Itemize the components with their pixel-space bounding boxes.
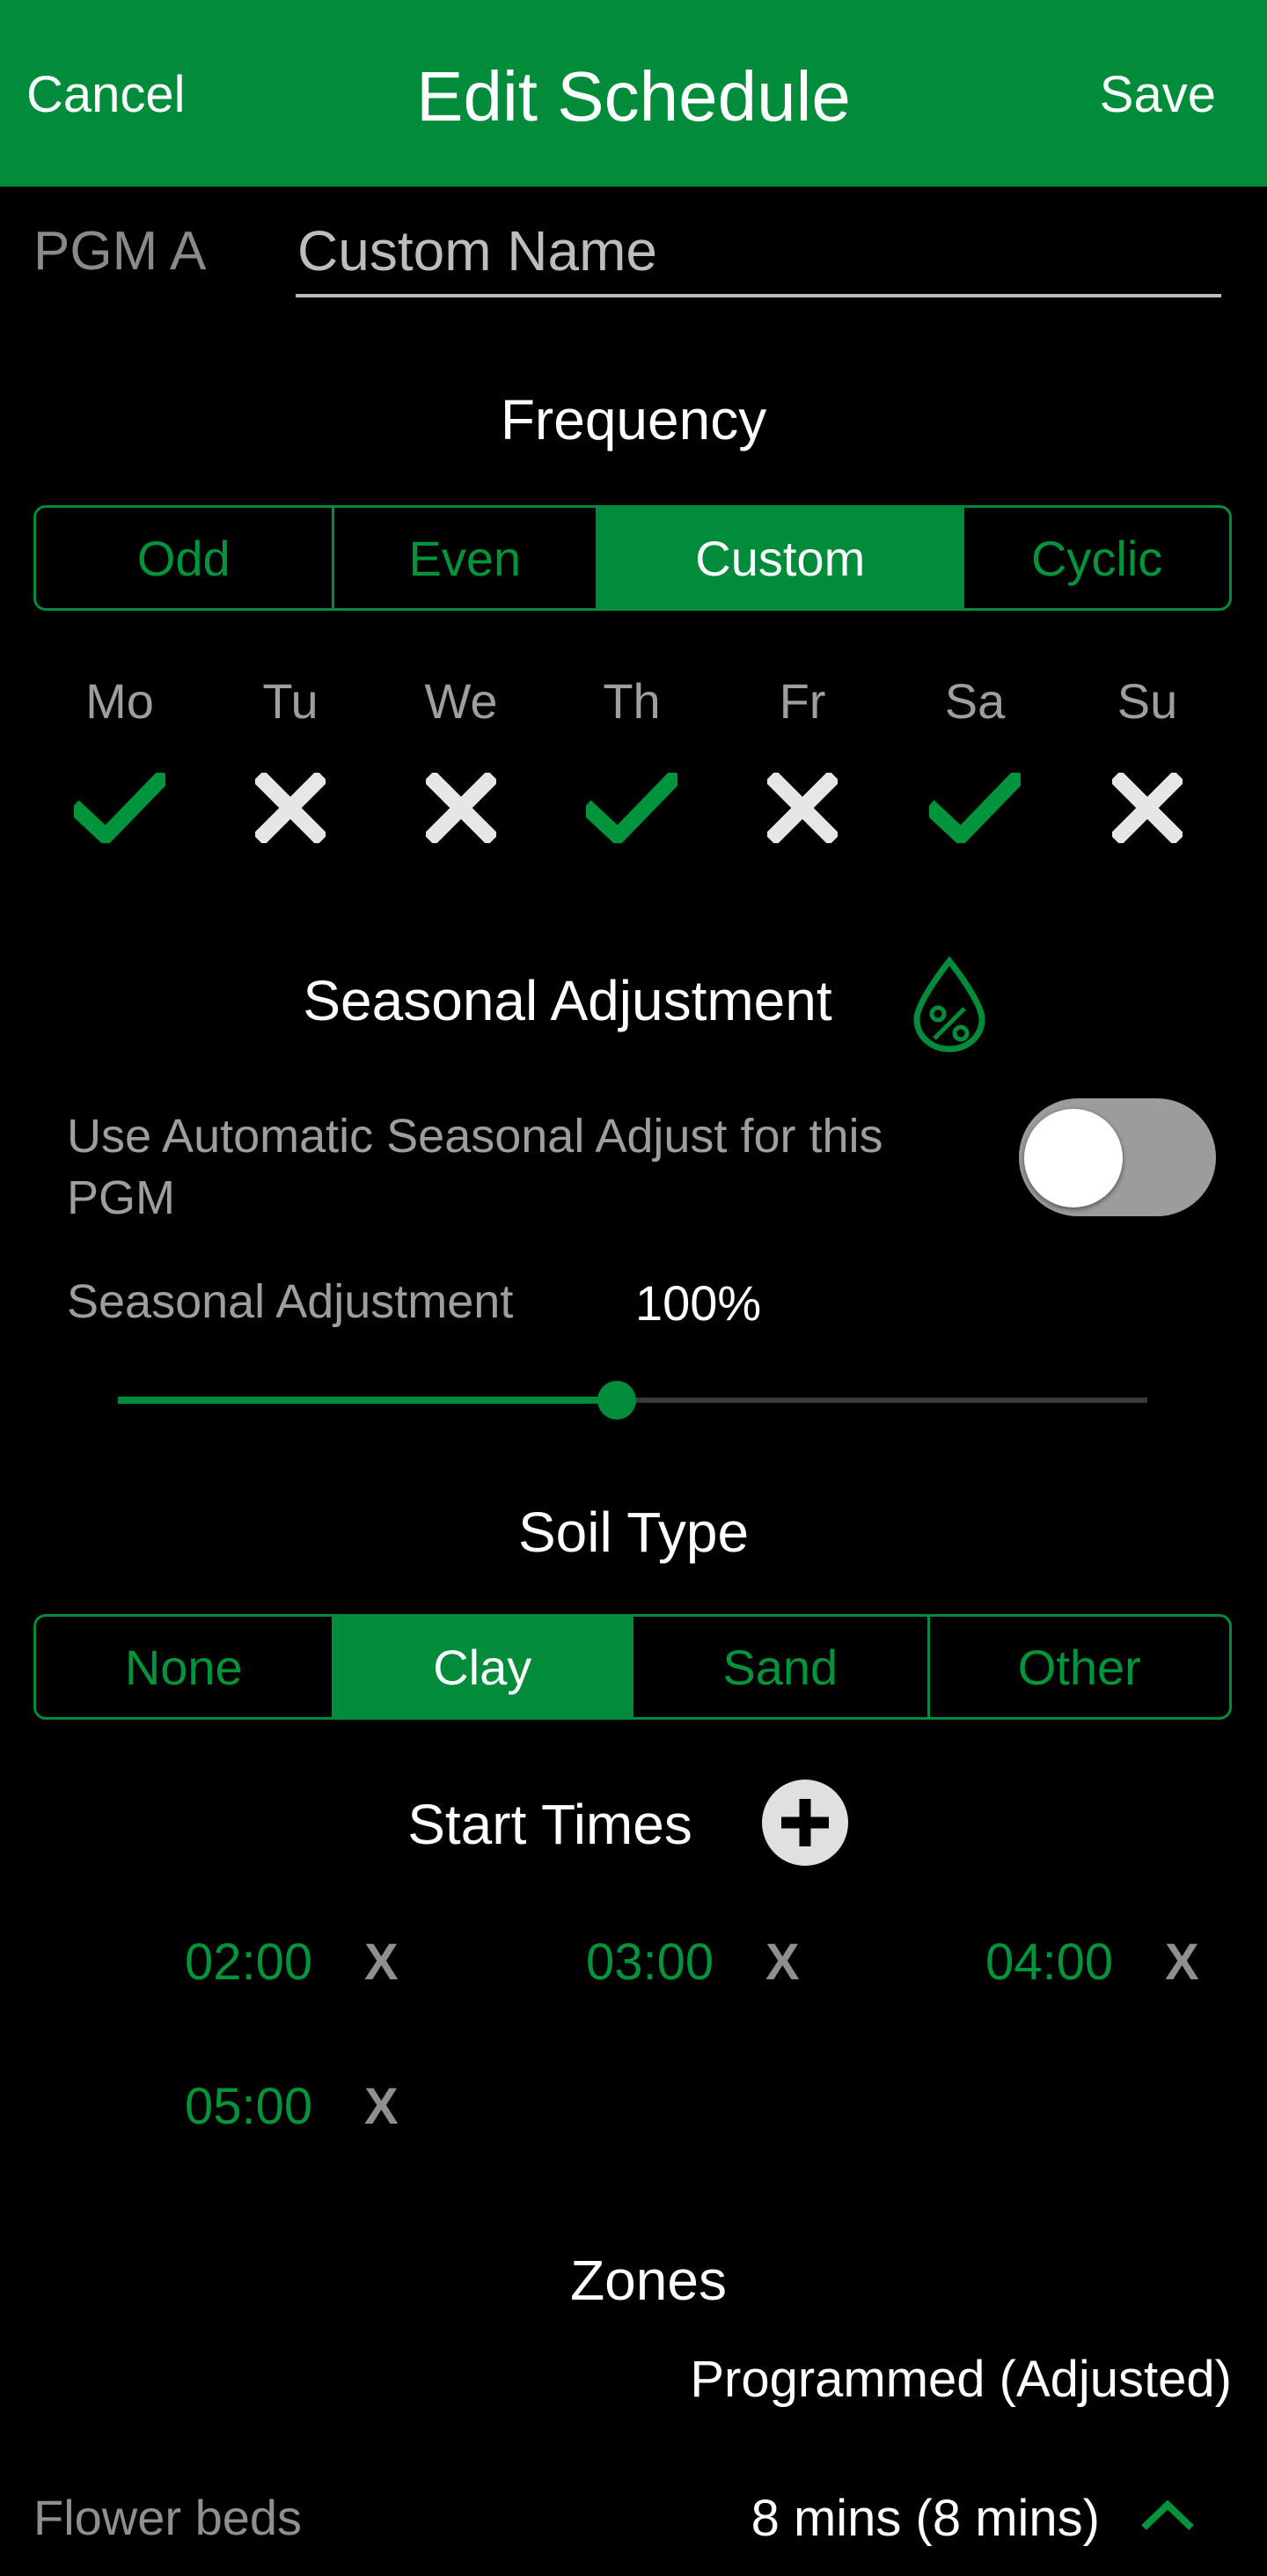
soil-option-clay[interactable]: Clay [333, 1617, 634, 1717]
start-time-value[interactable]: 03:00 [586, 1933, 714, 1992]
top-app-bar: Cancel Edit Schedule Save [0, 0, 1267, 187]
day-label: We [424, 673, 498, 729]
remove-start-time-button[interactable]: X [765, 1933, 800, 1992]
slider-fill [118, 1397, 618, 1404]
day-label: Tu [262, 673, 319, 729]
zones-title: Zones [570, 2249, 727, 2312]
day-saturday[interactable]: Sa [913, 672, 1036, 848]
toggle-thumb [1024, 1109, 1123, 1207]
day-label: Sa [944, 673, 1006, 729]
start-time-value[interactable]: 05:00 [185, 2077, 312, 2136]
droplet-percent-icon[interactable] [910, 956, 989, 1057]
auto-seasonal-toggle[interactable] [1019, 1098, 1216, 1216]
day-friday[interactable]: Fr [741, 672, 864, 848]
remove-start-time-button[interactable]: X [1165, 1933, 1199, 1992]
start-time-value[interactable]: 04:00 [985, 1933, 1113, 1992]
slider-knob[interactable] [597, 1381, 637, 1420]
day-label: Th [603, 673, 661, 729]
add-start-time-button[interactable] [762, 1780, 848, 1866]
cross-icon [229, 768, 352, 848]
soil-type-title: Soil Type [517, 1501, 750, 1564]
day-thursday[interactable]: Th [570, 672, 693, 848]
seasonal-adjustment-slider[interactable] [118, 1373, 1147, 1426]
frequency-option-even[interactable]: Even [334, 508, 599, 608]
plus-circle-icon [781, 1799, 829, 1846]
remove-start-time-button[interactable]: X [364, 1933, 399, 1992]
cross-icon [399, 768, 523, 848]
chevron-up-icon[interactable] [1139, 2498, 1197, 2537]
frequency-option-custom[interactable]: Custom [598, 508, 965, 608]
frequency-segmented-control: Odd Even Custom Cyclic [33, 505, 1232, 611]
day-tuesday[interactable]: Tu [229, 672, 352, 848]
day-label: Su [1117, 673, 1178, 729]
cross-icon [1086, 768, 1209, 848]
frequency-option-cyclic[interactable]: Cyclic [964, 508, 1229, 608]
remove-start-time-button[interactable]: X [364, 2077, 399, 2136]
soil-option-sand[interactable]: Sand [634, 1617, 930, 1717]
cross-icon [741, 768, 864, 848]
zone-name: Flower beds [33, 2490, 303, 2545]
day-wednesday[interactable]: We [399, 672, 523, 848]
day-monday[interactable]: Mo [58, 672, 181, 848]
frequency-title: Frequency [500, 388, 767, 451]
start-time-value[interactable]: 02:00 [185, 1933, 312, 1992]
zone-duration: 8 mins (8 mins) [751, 2490, 1100, 2547]
seasonal-adjustment-value: 100% [635, 1275, 762, 1331]
day-label: Fr [779, 673, 826, 729]
save-button[interactable]: Save [1100, 65, 1216, 124]
frequency-option-odd[interactable]: Odd [36, 508, 334, 608]
soil-type-segmented-control: None Clay Sand Other [33, 1614, 1232, 1720]
day-label: Mo [85, 673, 154, 729]
seasonal-adjustment-label: Seasonal Adjustment [67, 1275, 514, 1328]
check-icon [58, 768, 181, 848]
check-icon [570, 768, 693, 848]
check-icon [913, 768, 1036, 848]
zones-column-header: Programmed (Adjusted) [690, 2351, 1232, 2408]
program-label: PGM A [33, 221, 207, 282]
soil-option-none[interactable]: None [36, 1617, 334, 1717]
day-sunday[interactable]: Su [1086, 672, 1209, 848]
custom-name-input[interactable] [296, 208, 1221, 297]
auto-seasonal-label: Use Automatic Seasonal Adjust for this P… [67, 1110, 883, 1224]
start-times-title: Start Times [407, 1793, 692, 1856]
page-title: Edit Schedule [416, 57, 851, 136]
soil-option-other[interactable]: Other [930, 1617, 1229, 1717]
